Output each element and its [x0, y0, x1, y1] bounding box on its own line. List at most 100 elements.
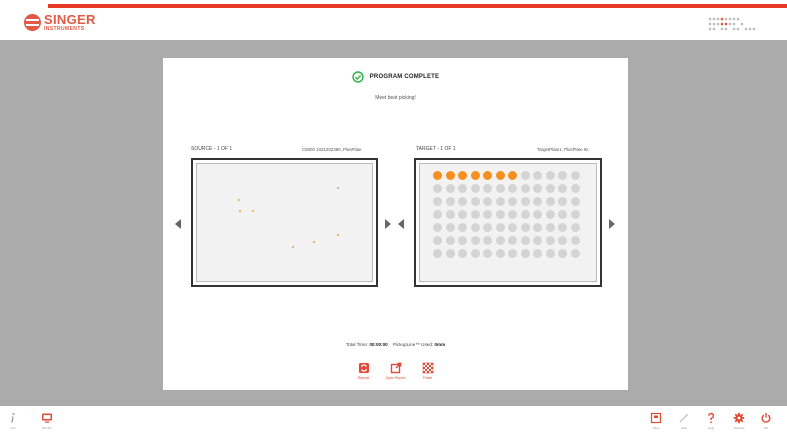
colony: [239, 210, 241, 212]
well: [495, 171, 505, 180]
source-plate-surface: [196, 163, 373, 282]
well: [545, 223, 555, 232]
colony: [313, 241, 315, 243]
pencil-icon: [679, 413, 689, 423]
well: [458, 171, 467, 180]
source-plate-label: SOURCE - 1 OF 1: [191, 146, 233, 152]
well: [508, 197, 517, 206]
logo-text: SINGER INSTRUMENTS: [44, 13, 96, 32]
well: [483, 249, 492, 258]
colony: [292, 246, 294, 248]
well: [520, 223, 530, 232]
well: [458, 236, 467, 245]
well: [520, 249, 530, 258]
action-bar: Repeat Open Report Finish: [163, 362, 628, 380]
well: [445, 249, 455, 258]
well: [570, 249, 580, 258]
app-window: SINGER INSTRUMENTS PROGRAM COMPLETE Meet…: [0, 0, 787, 434]
well: [433, 223, 442, 232]
well: [470, 171, 480, 180]
well: [445, 236, 455, 245]
open-report-button[interactable]: Open Report: [385, 362, 407, 380]
info-icon: [11, 413, 15, 423]
well: [458, 184, 467, 193]
source-plate: [191, 158, 378, 287]
well: [545, 171, 555, 180]
well: [533, 184, 542, 193]
well: [445, 223, 455, 232]
settings-button[interactable]: Settings: [728, 412, 750, 430]
status-title: PROGRAM COMPLETE: [369, 74, 440, 80]
well: [483, 197, 492, 206]
well: [470, 210, 480, 219]
status-row: PROGRAM COMPLETE: [352, 71, 440, 83]
well: [470, 184, 480, 193]
target-prev-arrow-icon[interactable]: [398, 219, 404, 229]
well: [558, 197, 567, 206]
logo-mark-icon: [24, 14, 41, 31]
main-area: PROGRAM COMPLETE Meet beat picking! SOUR…: [0, 40, 787, 406]
well: [570, 223, 580, 232]
power-button[interactable]: Off: [755, 412, 777, 430]
well: [483, 223, 492, 232]
status-block: PROGRAM COMPLETE Meet beat picking!: [163, 70, 628, 101]
target-plate: [414, 158, 602, 287]
well: [558, 184, 567, 193]
well: [545, 236, 555, 245]
target-next-arrow-icon[interactable]: [609, 219, 615, 229]
well: [458, 197, 467, 206]
well: [433, 236, 442, 245]
source-next-arrow-icon[interactable]: [385, 219, 391, 229]
save-button[interactable]: Save: [645, 412, 667, 430]
source-prev-arrow-icon[interactable]: [175, 219, 181, 229]
finish-button[interactable]: Finish: [417, 362, 439, 380]
gear-icon: [733, 412, 745, 424]
help-icon: [708, 412, 715, 424]
well: [470, 223, 480, 232]
well: [570, 236, 580, 245]
well: [483, 210, 492, 219]
colony: [252, 210, 254, 212]
well: [558, 171, 567, 180]
well: [545, 197, 555, 206]
well: [495, 236, 505, 245]
edit-button[interactable]: Edit: [673, 412, 695, 430]
well: [445, 171, 455, 180]
monitor-icon: [42, 413, 52, 423]
info-label: Info: [10, 426, 16, 430]
header: SINGER INSTRUMENTS: [0, 0, 787, 40]
well: [533, 223, 542, 232]
pickup-label: PickupLine™ Used:: [392, 342, 434, 347]
well: [445, 197, 455, 206]
results-panel: PROGRAM COMPLETE Meet beat picking! SOUR…: [163, 58, 628, 390]
singer-logo: SINGER INSTRUMENTS: [24, 13, 96, 32]
open-report-label: Open Report: [385, 376, 406, 380]
accent-bar: [48, 4, 787, 8]
well-grid: [433, 171, 580, 262]
well: [458, 210, 467, 219]
well: [533, 236, 542, 245]
monitor-button[interactable]: Monitor: [36, 412, 58, 430]
source-plate-meta: C9000 1021202390, PlusPlate: [302, 147, 362, 152]
help-button[interactable]: Help: [700, 412, 722, 430]
run-summary: Total Time: 00:00:00 PickupLine™ Used: 0…: [163, 342, 628, 347]
pickup-value: 0mm: [434, 342, 446, 347]
well: [520, 236, 530, 245]
well: [508, 184, 517, 193]
well: [533, 210, 542, 219]
finish-flag-icon: [422, 362, 433, 374]
target-plate-label: TARGET - 1 OF 1: [416, 146, 456, 152]
well: [520, 210, 530, 219]
colony: [337, 187, 339, 189]
repeat-button[interactable]: Repeat: [353, 362, 375, 380]
well: [433, 184, 442, 193]
well: [483, 236, 492, 245]
info-button[interactable]: Info: [2, 412, 24, 430]
total-time-label: Total Time:: [345, 342, 369, 347]
well: [508, 171, 517, 180]
well: [433, 197, 442, 206]
well: [570, 184, 580, 193]
logo-subtitle: INSTRUMENTS: [44, 26, 85, 32]
well: [495, 184, 505, 193]
well: [545, 249, 555, 258]
